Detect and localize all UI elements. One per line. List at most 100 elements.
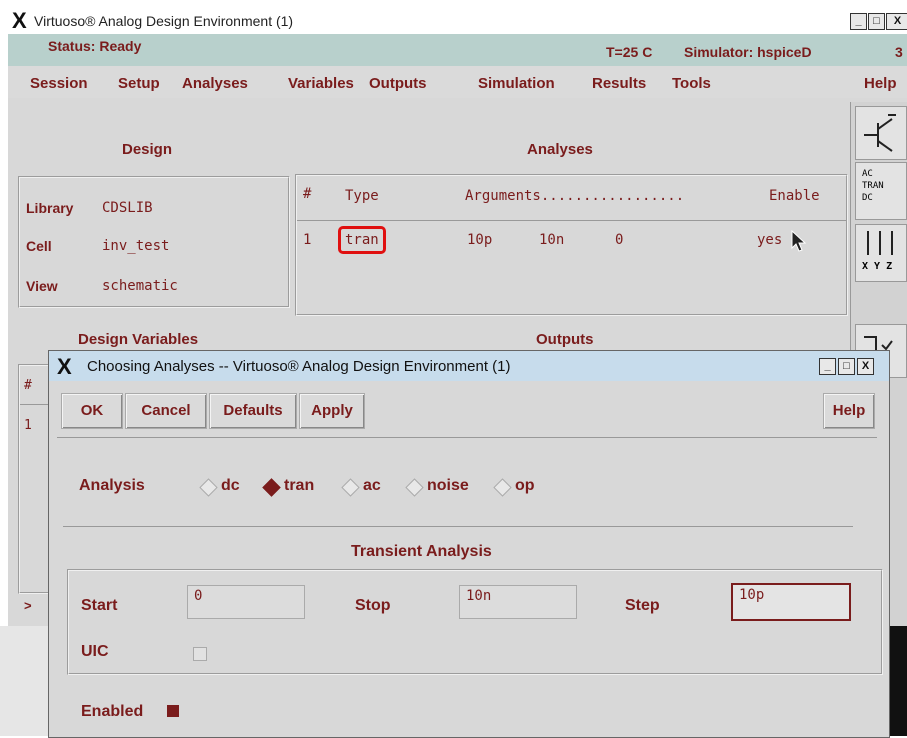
dialog-title-bar[interactable]: X Choosing Analyses -- Virtuoso® Analog … (49, 351, 889, 381)
header-arguments: Arguments................. (465, 188, 685, 204)
window-title: Virtuoso® Analog Design Environment (1) (34, 13, 294, 29)
menu-simulation[interactable]: Simulation (478, 75, 555, 92)
menu-analyses[interactable]: Analyses (182, 75, 248, 92)
radio-noise[interactable]: noise (405, 475, 491, 499)
cancel-button[interactable]: Cancel (125, 393, 207, 429)
expand-arrow[interactable]: > (24, 598, 32, 613)
radio-ac[interactable]: ac (341, 475, 403, 499)
stop-label: Stop (355, 597, 391, 614)
radio-dc-label: dc (221, 477, 240, 494)
divider (63, 526, 853, 527)
menu-setup[interactable]: Setup (118, 75, 160, 92)
radio-tran-label: tran (284, 477, 315, 494)
table-row[interactable]: 1 tran 10p 10n 0 yes (297, 224, 846, 254)
row-enable: yes (757, 232, 783, 248)
cell-label: Cell (26, 238, 52, 254)
uic-label: UIC (81, 643, 109, 660)
radio-dc[interactable]: dc (199, 475, 259, 499)
variables-xyz-button[interactable]: X Y Z (855, 224, 907, 282)
menu-variables[interactable]: Variables (288, 75, 354, 92)
status-extra: 3 (895, 44, 903, 60)
bars-icon (867, 231, 893, 255)
enabled-label: Enabled (81, 703, 144, 720)
mouse-cursor-icon (791, 230, 807, 252)
transistor-icon[interactable] (855, 106, 907, 160)
uic-checkbox[interactable] (193, 647, 207, 661)
choosing-analyses-dialog: X Choosing Analyses -- Virtuoso® Analog … (48, 350, 890, 738)
menu-bar: Session Setup Analyses Variables Outputs… (8, 66, 907, 98)
defaults-button[interactable]: Defaults (209, 393, 297, 429)
minimize-icon[interactable]: _ (850, 13, 867, 30)
analyses-table: # Type Arguments................. Enable… (295, 174, 848, 316)
step-label: Step (625, 597, 660, 614)
status-bar: Status: Ready T=25 C Simulator: hspiceD … (8, 34, 907, 66)
radio-op[interactable]: op (493, 475, 553, 499)
dv-header-num: # (24, 378, 32, 393)
outputs-title: Outputs (536, 331, 594, 348)
radio-ac-indicator (341, 478, 360, 497)
analyses-header: # Type Arguments................. Enable (297, 176, 846, 221)
ok-button[interactable]: OK (61, 393, 123, 429)
dialog-maximize-icon[interactable]: □ (838, 358, 855, 375)
enabled-checkbox[interactable] (167, 705, 179, 717)
step-input[interactable]: 10p (731, 583, 851, 621)
analyses-panel-title: Analyses (527, 141, 593, 158)
dialog-minimize-icon[interactable]: _ (819, 358, 836, 375)
highlight-box (338, 226, 386, 254)
transient-panel: Start 0 Stop 10n Step 10p UIC (67, 569, 883, 675)
menu-tools[interactable]: Tools (672, 75, 711, 92)
view-label: View (26, 278, 58, 294)
start-input[interactable]: 0 (187, 585, 305, 619)
view-value: schematic (102, 278, 178, 294)
start-label: Start (81, 597, 118, 614)
simulator-text: Simulator: hspiceD (684, 44, 812, 60)
radio-noise-label: noise (427, 477, 469, 494)
row-arg-3: 0 (615, 232, 624, 248)
status-text: Status: Ready (48, 38, 142, 54)
radio-op-label: op (515, 477, 535, 494)
menu-outputs[interactable]: Outputs (369, 75, 427, 92)
x-logo-icon: X (12, 8, 27, 33)
radio-dc-indicator (199, 478, 218, 497)
radio-op-indicator (493, 478, 512, 497)
maximize-icon[interactable]: □ (868, 13, 885, 30)
library-label: Library (26, 200, 74, 216)
row-arg-1: 10p (467, 232, 493, 248)
analysis-label: Analysis (79, 477, 145, 494)
analysis-type-button[interactable]: AC TRAN DC (855, 162, 907, 220)
radio-noise-indicator (405, 478, 424, 497)
dialog-close-icon[interactable]: X (857, 358, 874, 375)
help-button[interactable]: Help (823, 393, 875, 429)
x-logo-icon: X (57, 354, 72, 379)
design-panel-title: Design (122, 141, 173, 158)
menu-help[interactable]: Help (864, 75, 897, 92)
dialog-title: Choosing Analyses -- Virtuoso® Analog De… (87, 358, 511, 375)
dv-row-num: 1 (24, 418, 32, 433)
toolbar-xyz: X Y Z (862, 261, 893, 272)
radio-tran-indicator (262, 478, 281, 497)
divider (57, 437, 877, 438)
header-type: Type (345, 188, 379, 204)
stop-input[interactable]: 10n (459, 585, 577, 619)
row-arg-2: 10n (539, 232, 565, 248)
cell-value: inv_test (102, 238, 170, 254)
close-icon[interactable]: X (886, 13, 907, 30)
radio-ac-label: ac (363, 477, 381, 494)
header-enable: Enable (769, 188, 820, 204)
radio-tran[interactable]: tran (262, 475, 337, 499)
header-num: # (303, 186, 312, 202)
toolbar-tran: TRAN (862, 181, 884, 191)
transient-analysis-title: Transient Analysis (351, 543, 492, 560)
temperature-text: T=25 C (606, 44, 653, 60)
menu-session[interactable]: Session (30, 75, 88, 92)
row-num: 1 (303, 232, 312, 248)
title-bar[interactable]: X Virtuoso® Analog Design Environment (1… (8, 8, 907, 34)
background-strip (888, 626, 907, 736)
menu-results[interactable]: Results (592, 75, 646, 92)
design-variables-title: Design Variables (78, 331, 199, 348)
design-panel: Library CDSLIB Cell inv_test View schema… (18, 176, 290, 308)
background-area (0, 626, 48, 736)
toolbar-dc: DC (862, 193, 873, 203)
library-value: CDSLIB (102, 200, 153, 216)
apply-button[interactable]: Apply (299, 393, 365, 429)
